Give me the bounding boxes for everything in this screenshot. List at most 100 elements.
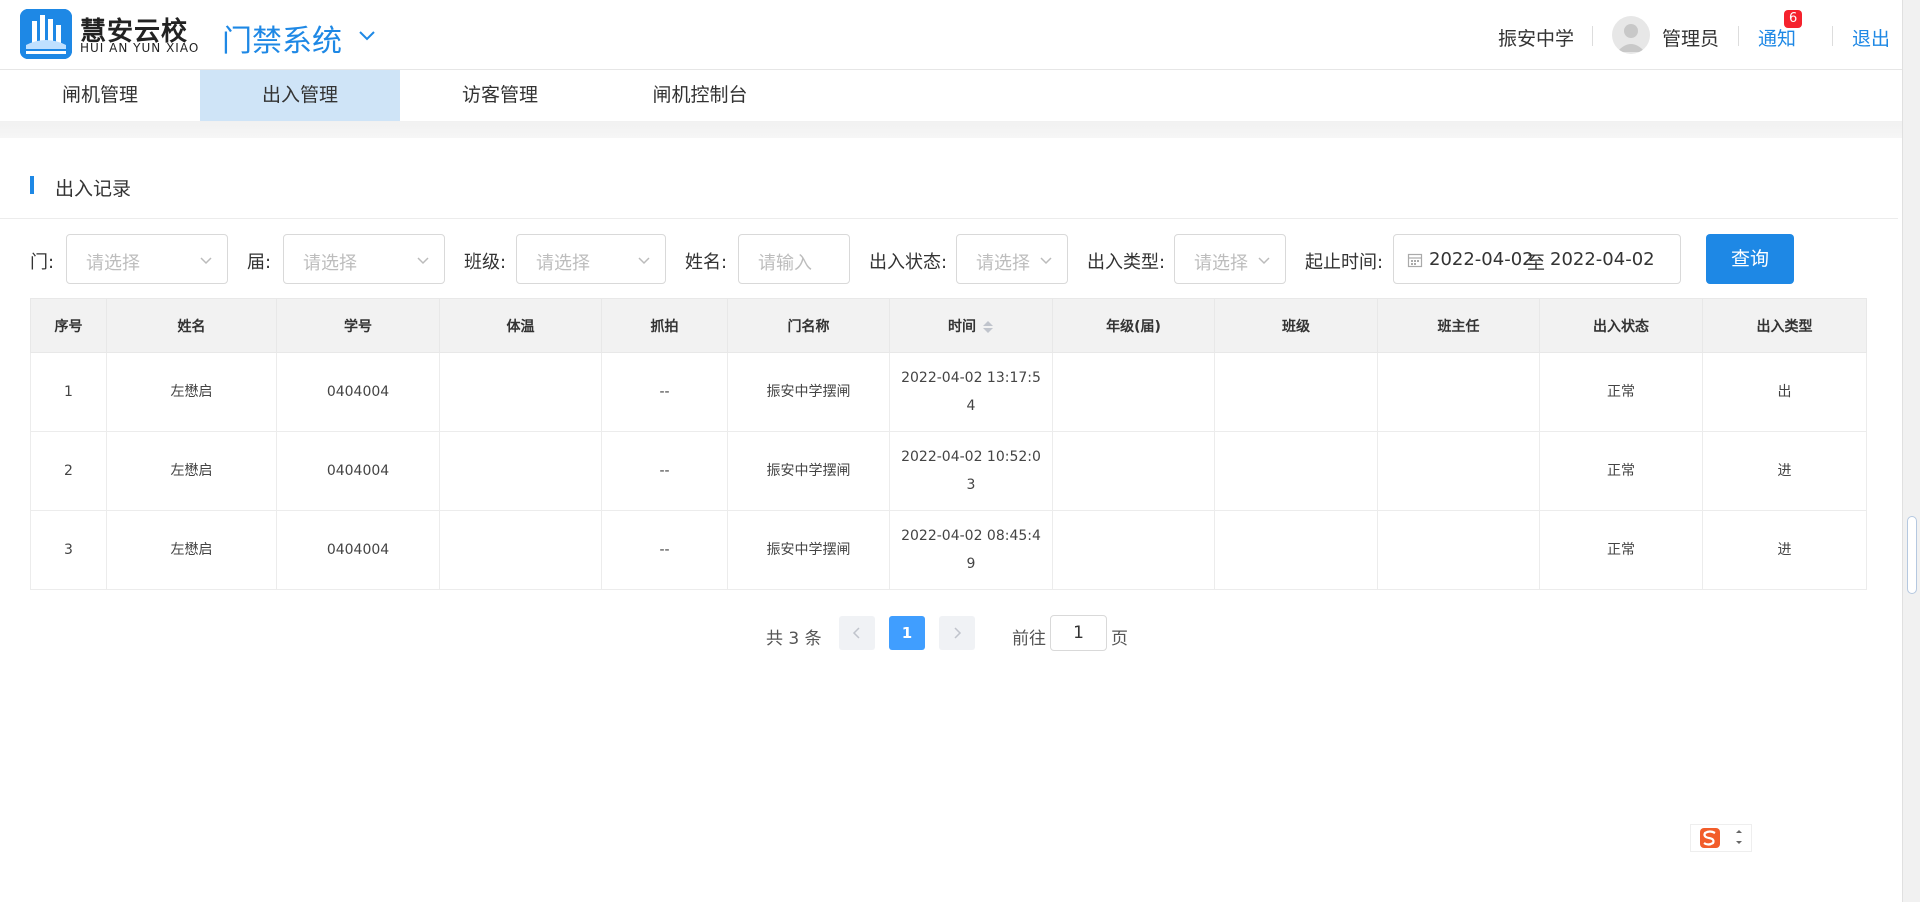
date-start[interactable]: 2022-04-02 [1429,249,1534,270]
type-select-placeholder: 请选择 [1194,253,1248,274]
school-name[interactable]: 振安中学 [1498,24,1574,51]
table-cell: 振安中学摆闸 [727,510,890,590]
header-divider [1592,26,1593,46]
table-cell [439,431,602,511]
notify-badge: 6 [1784,10,1803,28]
name-input-placeholder: 请输入 [758,253,812,274]
access-records-table: 序号 姓名 学号 体温 抓拍 门名称 时间 年级(届) 班级 班主任 出入状态 … [30,298,1867,590]
time-filter-label: 起止时间: [1305,252,1384,273]
column-header: 出入类型 [1702,298,1867,353]
prev-page-button[interactable] [839,616,875,650]
table-cell [439,510,602,590]
column-header: 序号 [30,298,107,353]
query-button[interactable]: 查询 [1706,234,1794,284]
section-marker [30,176,34,194]
date-end[interactable]: 2022-04-02 [1550,249,1655,270]
table-cell: 振安中学摆闸 [727,431,890,511]
page-suffix-label: 页 [1111,629,1128,649]
name-filter-label: 姓名: [685,252,728,273]
table-cell: 2022-04-02 08:45:49 [889,510,1053,590]
chevron-down-icon[interactable] [356,24,378,46]
table-header-row: 序号 姓名 学号 体温 抓拍 门名称 时间 年级(届) 班级 班主任 出入状态 … [30,298,1867,353]
section-title: 出入记录 [55,178,132,200]
next-page-button[interactable] [939,616,975,650]
app-header: 慧安云校 HUI AN YUN XIAO 门禁系统 振安中学 管理员 通知 6 … [0,0,1902,70]
nav-tab-visitor-management[interactable]: 访客管理 [400,70,600,121]
table-cell: 进 [1702,431,1867,511]
grade-select-placeholder: 请选择 [303,253,357,274]
table-cell: 1 [30,352,107,432]
nav-tab-access-management[interactable]: 出入管理 [200,70,400,121]
column-header: 年级(届) [1052,298,1215,353]
chevron-down-icon [1258,257,1270,265]
nav-tab-gate-management[interactable]: 闸机管理 [0,70,200,121]
column-header: 出入状态 [1539,298,1703,353]
goto-page-input[interactable]: 1 [1050,615,1107,651]
column-header: 班主任 [1377,298,1540,353]
time-column-header[interactable]: 时间 [889,298,1053,353]
table-cell: 正常 [1539,431,1703,511]
table-row: 3 左懋启 0404004 -- 振安中学摆闸 2022-04-02 08:45… [30,510,1867,590]
user-avatar-icon[interactable] [1612,16,1650,54]
table-cell: 左懋启 [106,510,277,590]
user-name[interactable]: 管理员 [1662,24,1719,51]
logout-link[interactable]: 退出 [1852,24,1890,51]
table-cell: -- [601,352,728,432]
class-select[interactable]: 请选择 [516,234,666,284]
table-cell: 2022-04-02 13:17:54 [889,352,1053,432]
notify-link[interactable]: 通知 [1758,24,1796,51]
table-cell [1377,510,1540,590]
type-select[interactable]: 请选择 [1174,234,1286,284]
grade-select[interactable]: 请选择 [283,234,445,284]
table-cell [1214,510,1378,590]
status-select-placeholder: 请选择 [976,253,1030,274]
sort-icon[interactable] [982,319,994,335]
system-title[interactable]: 门禁系统 [222,16,342,60]
nav-shadow [0,121,1902,138]
pagination-total: 共 3 条 [766,629,822,649]
school-logo-icon[interactable] [20,9,72,59]
table-cell: 0404004 [276,352,440,432]
table-cell: 2 [30,431,107,511]
table-cell [1052,352,1215,432]
date-range-picker[interactable]: 2022-04-02 至 2022-04-02 [1393,234,1681,284]
goto-label: 前往 [1012,629,1046,649]
class-select-placeholder: 请选择 [536,253,590,274]
table-cell: 0404004 [276,510,440,590]
page-number-current[interactable]: 1 [889,616,925,650]
table-cell: 进 [1702,510,1867,590]
door-select[interactable]: 请选择 [66,234,228,284]
calendar-icon [1407,253,1423,268]
grade-filter-label: 届: [247,252,272,273]
chevron-down-icon [1040,257,1052,265]
table-cell: 出 [1702,352,1867,432]
main-nav: 闸机管理 出入管理 访客管理 闸机控制台 [0,70,1902,121]
column-header: 班级 [1214,298,1378,353]
table-cell: 左懋启 [106,431,277,511]
column-header-label: 时间 [948,318,976,335]
table-cell: 正常 [1539,510,1703,590]
vertical-scrollbar[interactable] [1902,0,1920,902]
chevron-right-icon [954,627,962,639]
table-row: 1 左懋启 0404004 -- 振安中学摆闸 2022-04-02 13:17… [30,352,1867,432]
table-cell [1377,431,1540,511]
scrollbar-thumb[interactable] [1907,516,1917,594]
chevron-down-icon [417,257,429,265]
table-cell: 振安中学摆闸 [727,352,890,432]
header-divider [1738,26,1739,46]
table-cell: -- [601,431,728,511]
status-select[interactable]: 请选择 [956,234,1068,284]
table-row: 2 左懋启 0404004 -- 振安中学摆闸 2022-04-02 10:52… [30,431,1867,511]
table-cell [439,352,602,432]
class-filter-label: 班级: [464,252,507,273]
header-divider [1832,26,1833,46]
table-cell [1052,510,1215,590]
name-input[interactable]: 请输入 [738,234,850,284]
door-select-placeholder: 请选择 [86,253,140,274]
ime-toolbar[interactable] [1690,824,1752,852]
date-separator: 至 [1527,253,1545,274]
brand-name-en: HUI AN YUN XIAO [80,41,200,55]
table-cell [1214,431,1378,511]
column-header: 体温 [439,298,602,353]
nav-tab-gate-console[interactable]: 闸机控制台 [600,70,800,121]
